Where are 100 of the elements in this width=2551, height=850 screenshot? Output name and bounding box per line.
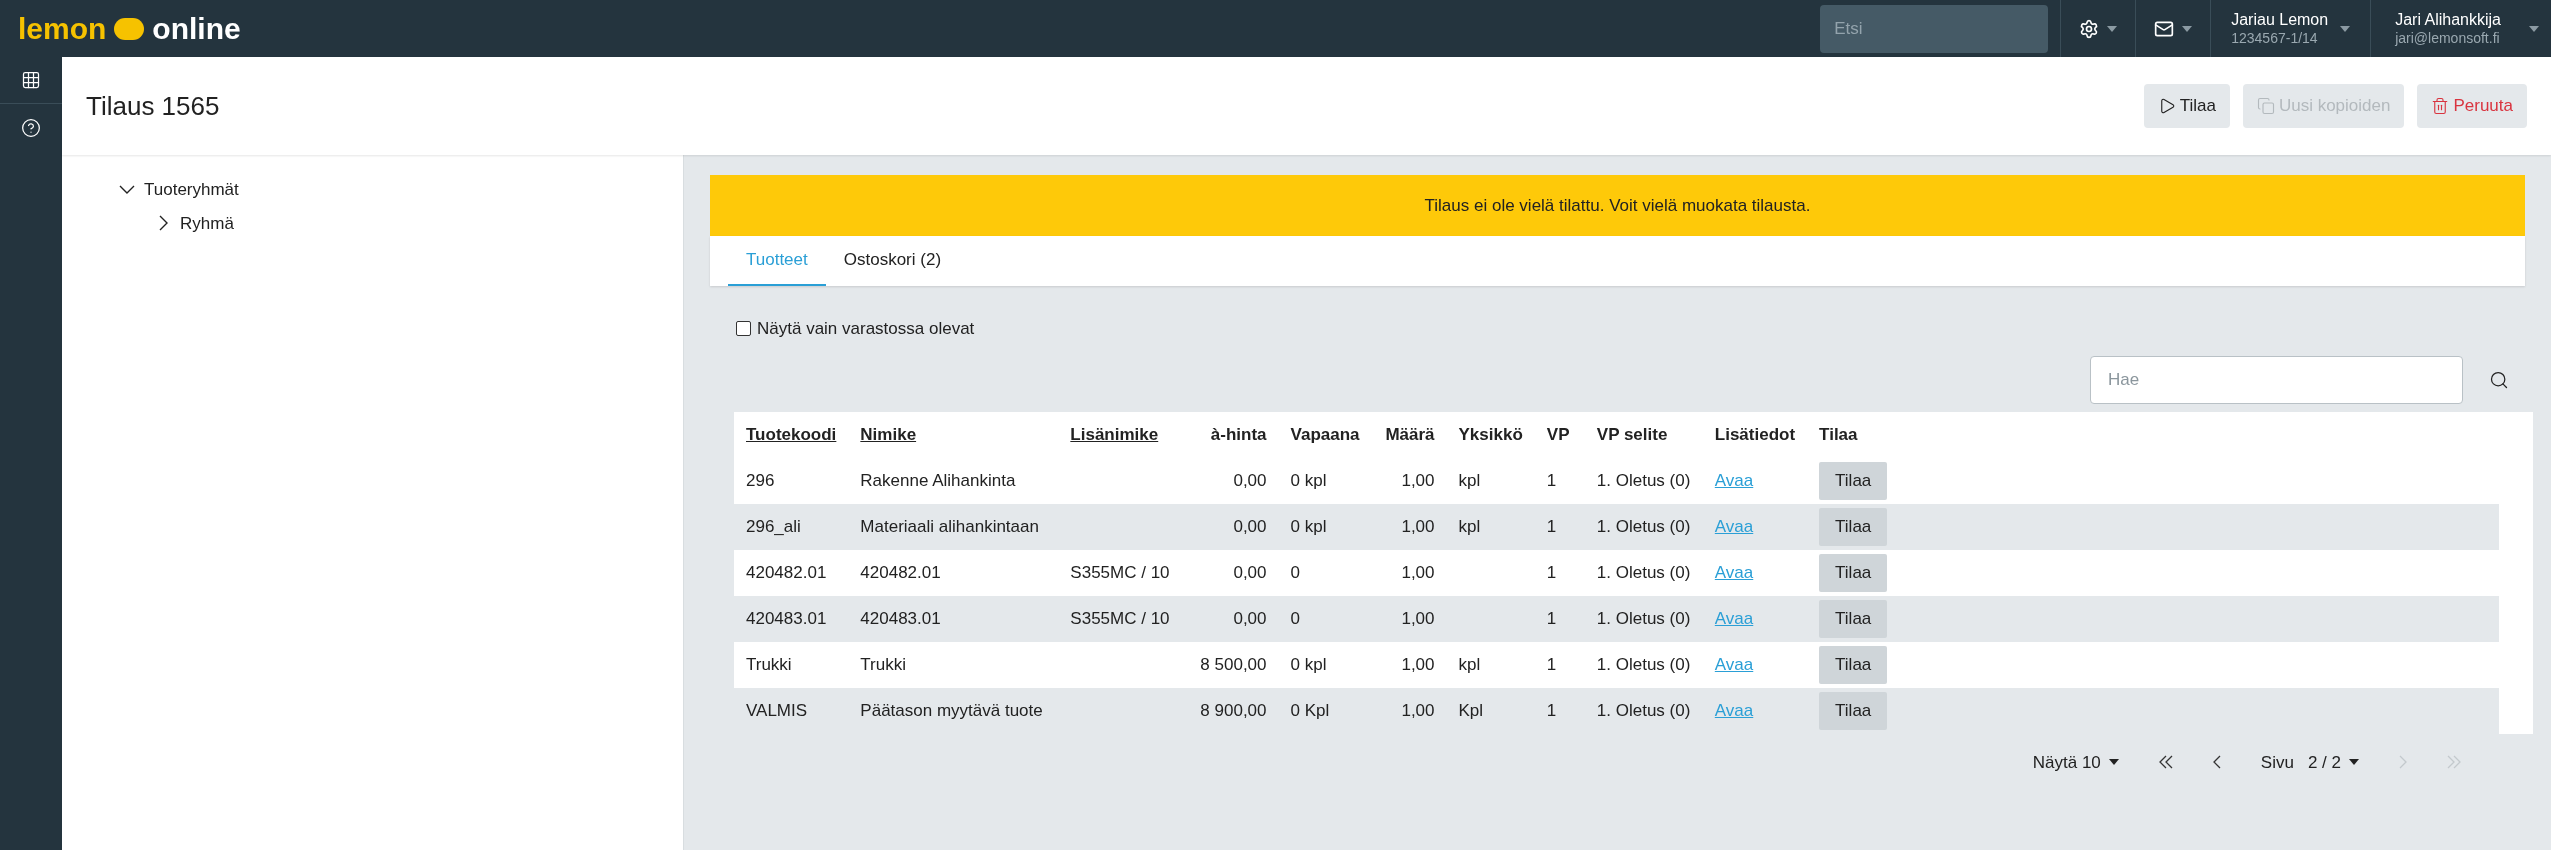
first-page-button[interactable] bbox=[2158, 755, 2173, 770]
column-header[interactable]: Tuotekoodi bbox=[746, 424, 837, 444]
stock-filter-checkbox[interactable]: Näytä vain varastossa olevat bbox=[736, 316, 975, 342]
table-cell: S355MC / 10 bbox=[1070, 608, 1170, 628]
table-cell: 1,00 bbox=[1401, 470, 1435, 490]
chevron-down-icon bbox=[119, 185, 135, 195]
table-cell: 1. Oletus (0) bbox=[1596, 608, 1691, 628]
table-cell: kpl bbox=[1458, 516, 1481, 536]
search-icon[interactable] bbox=[2489, 369, 2509, 390]
table-cell: 1 bbox=[1546, 608, 1557, 628]
double-chevron-right-icon bbox=[2447, 755, 2461, 770]
table-cell: 1. Oletus (0) bbox=[1596, 700, 1691, 720]
previous-page-button[interactable] bbox=[2212, 755, 2221, 770]
table-cell: 1. Oletus (0) bbox=[1596, 562, 1691, 582]
column-header: Lisätiedot bbox=[1714, 424, 1796, 444]
table-cell: 0 Kpl bbox=[1290, 700, 1330, 720]
table-cell: 1,00 bbox=[1401, 562, 1435, 582]
caret-icon bbox=[2182, 25, 2193, 32]
order-button[interactable]: Tilaa bbox=[1819, 507, 1888, 546]
column-header: Vapaana bbox=[1290, 424, 1360, 444]
help-icon bbox=[21, 117, 41, 138]
order-button[interactable]: Tilaa bbox=[1819, 461, 1888, 500]
page-title: Tilaus 1565 bbox=[86, 89, 220, 123]
page-select[interactable]: 2 / 2 bbox=[2307, 749, 2359, 775]
settings-icon bbox=[2079, 18, 2100, 39]
trash-icon bbox=[2431, 97, 2450, 115]
table-cell: 296_ali bbox=[746, 516, 801, 536]
order-button[interactable]: Tilaa bbox=[1819, 599, 1888, 638]
column-header: VP selite bbox=[1596, 424, 1668, 444]
table-cell: VALMIS bbox=[746, 700, 808, 720]
copy-icon bbox=[2256, 97, 2275, 115]
table-search-field[interactable]: Hae bbox=[2090, 355, 2463, 404]
table-cell: 0,00 bbox=[1233, 562, 1267, 582]
table-cell: 0,00 bbox=[1233, 470, 1267, 490]
caret-icon bbox=[2340, 25, 2351, 32]
column-header: à-hinta bbox=[1210, 424, 1267, 444]
order-button[interactable]: Tilaa bbox=[1819, 553, 1888, 592]
table-cell: 8 500,00 bbox=[1200, 654, 1267, 674]
tab[interactable]: Ostoskori (2) bbox=[825, 236, 960, 286]
caret-icon bbox=[2349, 759, 2359, 766]
table-cell: Materiaali alihankintaan bbox=[860, 516, 1039, 536]
table-cell: 1,00 bbox=[1401, 654, 1435, 674]
caret-icon bbox=[2529, 25, 2539, 32]
table-cell: 420483.01 bbox=[860, 608, 941, 628]
column-header: Määrä bbox=[1385, 424, 1435, 444]
chevron-right-icon bbox=[2399, 755, 2407, 770]
search-field[interactable]: Etsi bbox=[1820, 4, 2049, 53]
table-cell: 1,00 bbox=[1401, 608, 1435, 628]
table-cell: S355MC / 10 bbox=[1070, 562, 1170, 582]
table-cell: Trukki bbox=[860, 654, 906, 674]
column-header[interactable]: Lisänimike bbox=[1070, 424, 1159, 444]
table-cell: 1. Oletus (0) bbox=[1596, 470, 1691, 490]
table-cell: 1 bbox=[1546, 470, 1557, 490]
table-cell: 420482.01 bbox=[746, 562, 827, 582]
lemon-icon bbox=[114, 17, 145, 40]
caret-icon bbox=[2108, 759, 2119, 766]
table-cell: 420482.01 bbox=[860, 562, 941, 582]
logo: lemon online bbox=[17, 11, 241, 47]
page-size-select[interactable]: Näytä 10 bbox=[2032, 749, 2119, 775]
table-cell: 8 900,00 bbox=[1200, 700, 1267, 720]
table-cell: Kpl bbox=[1458, 700, 1484, 720]
table-cell: Päätason myytävä tuote bbox=[860, 700, 1043, 720]
table-cell: 1,00 bbox=[1401, 516, 1435, 536]
table-cell: 0 kpl bbox=[1290, 516, 1327, 536]
tree-item[interactable]: Tuoteryhmät bbox=[118, 173, 683, 207]
table-cell: Trukki bbox=[746, 654, 792, 674]
caret-icon bbox=[2107, 25, 2118, 32]
table-cell: 0,00 bbox=[1233, 516, 1267, 536]
grid-icon bbox=[21, 70, 41, 90]
column-header[interactable]: Nimike bbox=[860, 424, 917, 444]
double-chevron-left-icon bbox=[2158, 755, 2173, 770]
chevron-right-icon bbox=[158, 215, 168, 232]
action-button[interactable]: Peruuta bbox=[2417, 84, 2527, 128]
table-cell: 0 bbox=[1290, 562, 1300, 582]
table-cell: 296 bbox=[746, 470, 775, 490]
chevron-left-icon bbox=[2212, 755, 2221, 770]
table-cell: 420483.01 bbox=[746, 608, 827, 628]
table-cell: kpl bbox=[1458, 654, 1481, 674]
table-cell: 1 bbox=[1546, 654, 1557, 674]
table-cell: 1. Oletus (0) bbox=[1596, 516, 1691, 536]
table-cell: 1 bbox=[1546, 700, 1557, 720]
table-cell: 0 bbox=[1290, 608, 1300, 628]
warning-banner: Tilaus ei ole vielä tilattu. Voit vielä muokata tilausta. bbox=[710, 175, 2525, 236]
table-cell: 0 kpl bbox=[1290, 654, 1327, 674]
action-button[interactable]: Tilaa bbox=[2143, 84, 2230, 128]
order-button[interactable]: Tilaa bbox=[1819, 645, 1888, 684]
column-header: VP bbox=[1546, 424, 1570, 444]
table-cell: 1,00 bbox=[1401, 700, 1435, 720]
tree-item[interactable]: Ryhmä bbox=[154, 206, 683, 240]
column-header: Tilaa bbox=[1819, 424, 1858, 444]
table-cell: 0,00 bbox=[1233, 608, 1267, 628]
column-header: Yksikkö bbox=[1458, 424, 1523, 444]
table-cell: 1 bbox=[1546, 516, 1557, 536]
table-cell: 1. Oletus (0) bbox=[1596, 654, 1691, 674]
order-button[interactable]: Tilaa bbox=[1819, 691, 1888, 730]
table-cell: kpl bbox=[1458, 470, 1481, 490]
table-cell: 1 bbox=[1546, 562, 1557, 582]
table-cell: 0 kpl bbox=[1290, 470, 1327, 490]
page-label: Sivu bbox=[2260, 751, 2294, 774]
table-cell: Rakenne Alihankinta bbox=[860, 470, 1016, 490]
